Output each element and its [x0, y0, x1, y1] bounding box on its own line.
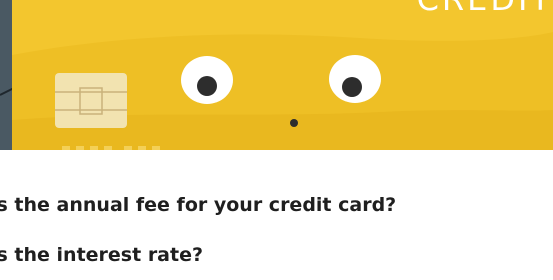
article-page: CREDIT is the annual fee for your credit… [0, 0, 553, 280]
nose-dot-icon [290, 119, 298, 127]
credit-card-illustration: CREDIT [0, 0, 553, 150]
left-eye-icon [181, 56, 233, 104]
card-label: CREDIT [417, 0, 553, 15]
faq-question: is the interest rate? [0, 244, 203, 266]
card-illustration-graphic [0, 0, 553, 150]
faq-section: is the annual fee for your credit card? … [0, 150, 553, 280]
faq-question: is the annual fee for your credit card? [0, 194, 397, 216]
chip-icon [55, 73, 127, 128]
right-eye-icon [329, 55, 381, 103]
